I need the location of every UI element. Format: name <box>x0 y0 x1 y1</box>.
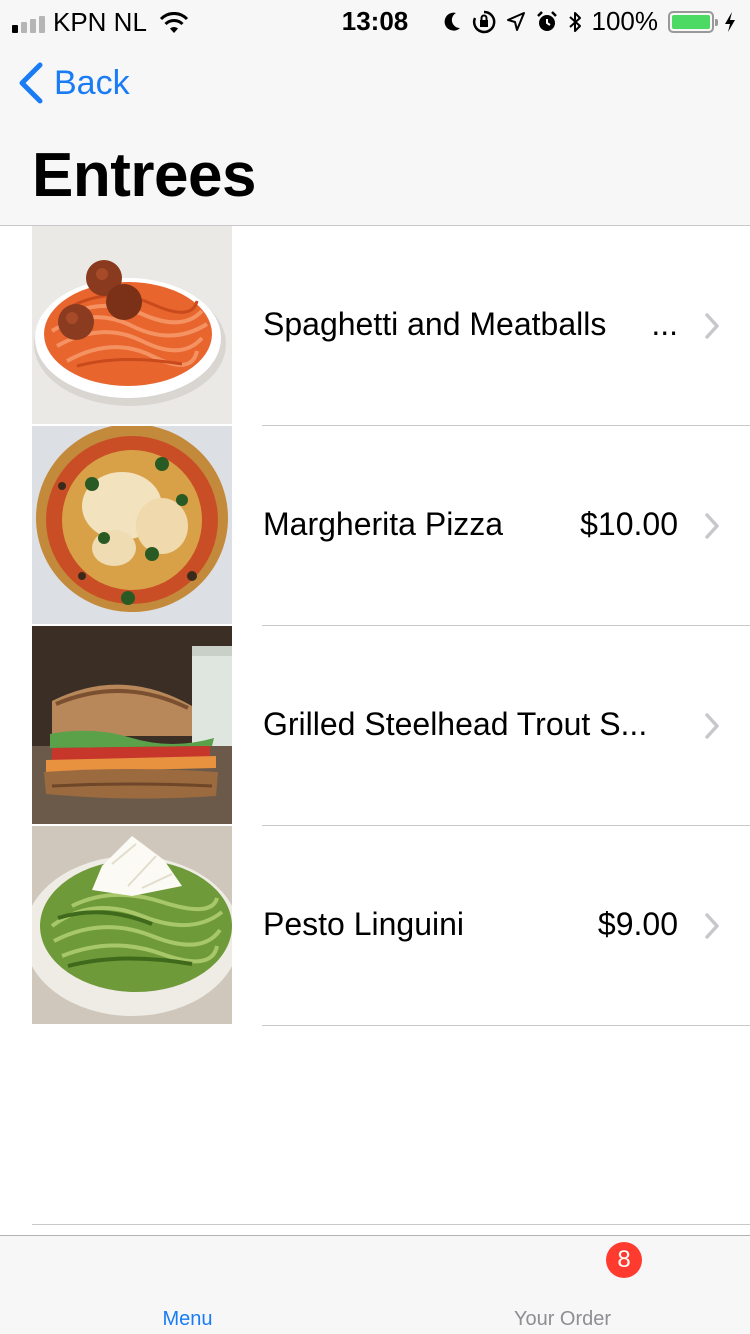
pesto-linguini-image <box>32 826 232 1024</box>
footer-divider <box>32 1224 750 1225</box>
chevron-right-icon <box>705 713 719 739</box>
battery-fill <box>672 14 710 29</box>
tab-menu-label: Menu <box>162 1308 213 1330</box>
battery-percent: 100% <box>591 6 659 36</box>
chevron-right-icon <box>705 913 719 939</box>
item-price: ... <box>651 306 678 342</box>
chevron-right-icon <box>705 513 719 539</box>
charging-icon <box>725 11 735 32</box>
margherita-pizza-image <box>32 426 232 624</box>
list-item[interactable]: Grilled Steelhead Trout S... <box>0 626 750 826</box>
location-icon <box>506 11 525 31</box>
tab-bar: Menu 8 Your Order <box>0 1235 750 1334</box>
status-bar: KPN NL 13:08 100% <box>0 0 750 40</box>
list-item[interactable]: Spaghetti and Meatballs ... <box>0 226 750 426</box>
item-price: $10.00 <box>580 506 678 542</box>
item-price: $9.00 <box>597 906 678 942</box>
chevron-left-icon <box>19 62 43 104</box>
back-button-label: Back <box>54 63 130 102</box>
spaghetti-meatballs-image <box>32 226 232 424</box>
back-button[interactable]: Back <box>18 62 130 104</box>
item-name: Pesto Linguini <box>263 906 465 942</box>
moon-icon <box>444 12 460 31</box>
navigation-bar: Back Entrees <box>0 40 750 226</box>
tab-your-order[interactable]: 8 Your Order <box>375 1236 750 1334</box>
page-title: Entrees <box>32 141 256 210</box>
row-divider <box>262 1025 750 1026</box>
alarm-icon <box>536 10 557 31</box>
list-item[interactable]: Pesto Linguini $9.00 <box>0 826 750 1026</box>
battery-icon <box>668 10 718 33</box>
tab-menu[interactable]: Menu <box>0 1236 375 1334</box>
item-name: Margherita Pizza <box>263 506 504 542</box>
item-name: Spaghetti and Meatballs <box>263 306 607 342</box>
entrees-list: Spaghetti and Meatballs ... Margherita P… <box>0 226 750 1026</box>
bluetooth-icon <box>568 11 581 32</box>
rotation-lock-icon <box>472 10 495 33</box>
trout-sandwich-image <box>32 626 232 824</box>
tab-your-order-label: Your Order <box>513 1308 612 1330</box>
status-right: 100% <box>442 6 737 37</box>
chevron-right-icon <box>705 313 719 339</box>
order-count-badge: 8 <box>606 1242 642 1278</box>
item-name: Grilled Steelhead Trout S... <box>263 706 648 742</box>
list-item[interactable]: Margherita Pizza $10.00 <box>0 426 750 626</box>
